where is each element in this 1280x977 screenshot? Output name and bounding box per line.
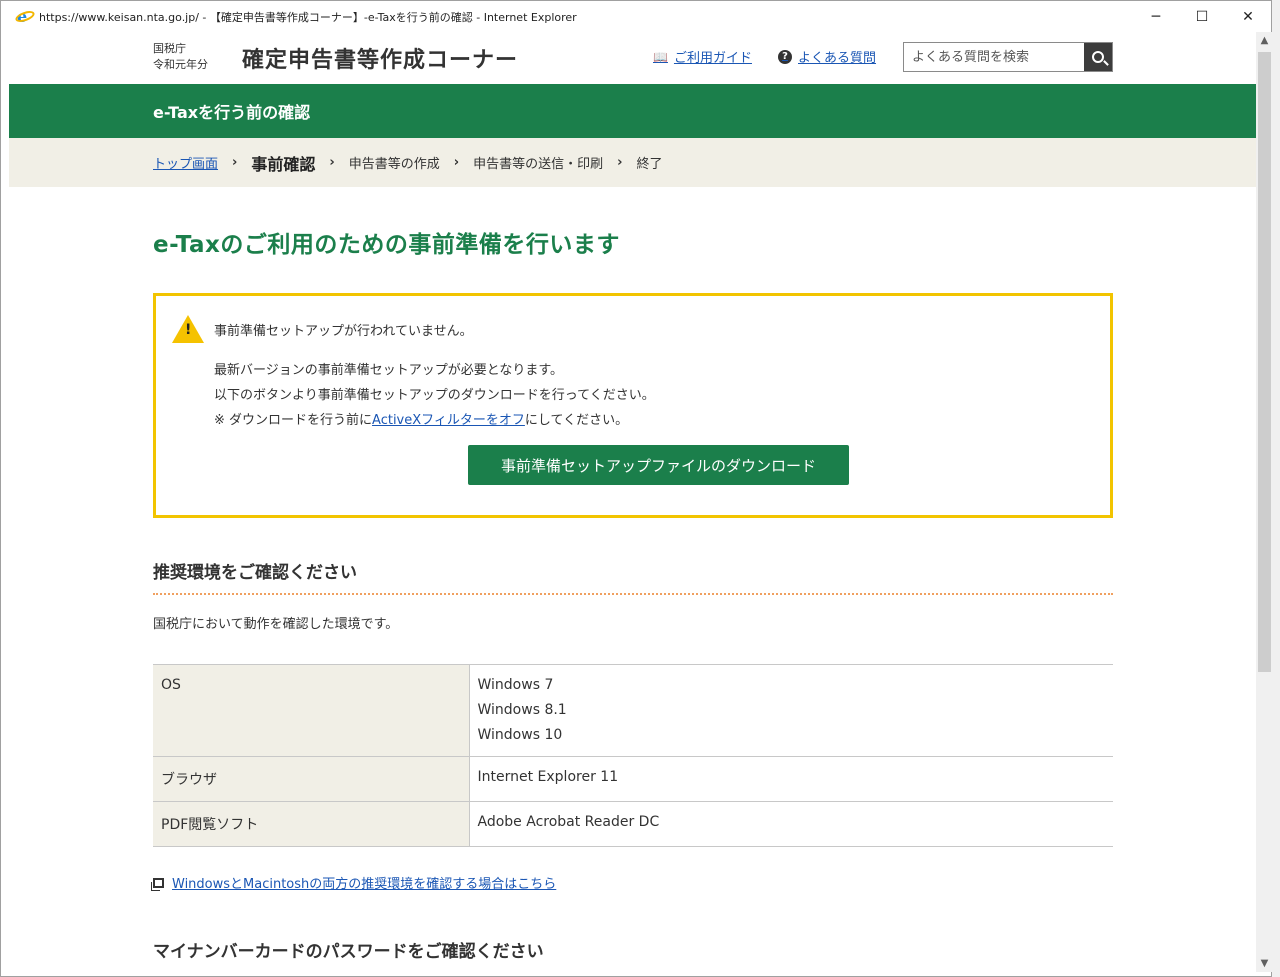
warning-line-3: ※ ダウンロードを行う前にActiveXフィルターをオフにしてください。 [214,408,655,433]
search-icon [1092,51,1104,63]
search-input[interactable] [904,43,1084,71]
warning-line-1: 最新バージョンの事前準備セットアップが必要となります。 [214,363,564,378]
warning-icon: ! [172,315,204,343]
table-row: PDF閲覧ソフト Adobe Acrobat Reader DC [153,801,1113,847]
site-header: 国税庁 令和元年分 確定申告書等作成コーナー 📖 ご利用ガイド ? よくある質問 [9,32,1256,84]
scroll-up-icon[interactable]: ▲ [1256,32,1273,49]
table-row: ブラウザ Internet Explorer 11 [153,756,1113,802]
breadcrumb-separator-icon: › [453,155,460,170]
page-title-bar: e-Taxを行う前の確認 [9,84,1256,138]
faq-link-label[interactable]: よくある質問 [798,47,876,66]
row-label-browser: ブラウザ [153,756,470,802]
row-value-pdf: Adobe Acrobat Reader DC [469,801,1113,847]
warning-headline: 事前準備セットアップが行われていません。 [214,324,473,339]
breadcrumb-step-end: 終了 [636,157,663,172]
breadcrumb-separator-icon: › [617,155,623,170]
browser-value: Internet Explorer 11 [477,769,619,785]
warning-line-2: 以下のボタンより事前準備セットアップのダウンロードを行ってください。 [214,388,655,403]
page-viewport: 国税庁 令和元年分 確定申告書等作成コーナー 📖 ご利用ガイド ? よくある質問… [9,32,1256,972]
site-title[interactable]: 確定申告書等作成コーナー [242,42,518,74]
env-both-os-link[interactable]: WindowsとMacintoshの両方の推奨環境を確認する場合はこちら [172,873,556,892]
guide-link[interactable]: 📖 ご利用ガイド [653,47,752,67]
window-controls: ─ ☐ ✕ [1133,1,1271,32]
search-button[interactable] [1084,43,1112,71]
breadcrumb: トップ画面 › 事前確認 › 申告書等の作成 › 申告書等の送信・印刷 › 終了 [9,138,1256,187]
os-value: Windows 10 [477,727,563,743]
os-value: Windows 7 [477,677,554,693]
pdf-value: Adobe Acrobat Reader DC [477,814,660,830]
close-button[interactable]: ✕ [1225,1,1271,32]
new-window-icon [151,877,164,891]
page-bar-title: e-Taxを行う前の確認 [153,103,311,122]
env-section-desc: 国税庁において動作を確認した環境です。 [153,617,399,632]
guide-link-label[interactable]: ご利用ガイド [674,47,752,66]
row-value-browser: Internet Explorer 11 [469,756,1113,802]
internet-explorer-icon: e [14,7,36,26]
breadcrumb-top[interactable]: トップ画面 [153,153,218,172]
main-heading: e-Taxのご利用のための事前準備を行います [153,232,620,258]
browser-window: e https://www.keisan.nta.go.jp/ - 【確定申告書… [0,0,1273,977]
row-label-pdf: PDF閲覧ソフト [153,801,470,847]
warning-line-3-suffix: にしてください。 [524,413,629,428]
env-both-os-link-row: WindowsとMacintoshの両方の推奨環境を確認する場合はこちら [151,873,1113,892]
agency-name: 国税庁 [153,42,186,55]
scrollbar-thumb[interactable] [1258,52,1271,672]
question-icon: ? [778,49,792,64]
vertical-scrollbar[interactable]: ▲ ▼ [1256,32,1273,972]
faq-search [903,42,1113,72]
window-title: https://www.keisan.nta.go.jp/ - 【確定申告書等作… [39,10,577,24]
maximize-button[interactable]: ☐ [1179,1,1225,32]
mynumber-section-title: マイナンバーカードのパスワードをご確認ください [153,937,1113,972]
env-section-title: 推奨環境をご確認ください [153,558,1113,595]
row-value-os: Windows 7 Windows 8.1 Windows 10 [469,664,1113,757]
activex-filter-link[interactable]: ActiveXフィルターをオフ [372,413,525,428]
warning-line-3-prefix: ※ ダウンロードを行う前に [214,413,373,428]
book-icon: 📖 [653,49,668,64]
tax-year: 令和元年分 [153,58,208,71]
breadcrumb-step-send: 申告書等の送信・印刷 [473,157,604,172]
breadcrumb-current: 事前確認 [251,154,316,174]
row-label-os: OS [153,664,470,757]
warning-details: 最新バージョンの事前準備セットアップが必要となります。 以下のボタンより事前準備… [214,358,655,433]
main-content: e-Taxのご利用のための事前準備を行います ! 事前準備セットアップが行われて… [9,225,1113,972]
download-setup-button[interactable]: 事前準備セットアップファイルのダウンロード [468,445,849,485]
breadcrumb-step-create: 申告書等の作成 [348,157,440,172]
faq-link[interactable]: ? よくある質問 [778,47,876,66]
setup-warning-box: ! 事前準備セットアップが行われていません。 最新バージョンの事前準備セットアッ… [153,293,1113,518]
minimize-button[interactable]: ─ [1133,1,1179,32]
environment-table: OS Windows 7 Windows 8.1 Windows 10 ブラウザ… [153,664,1113,847]
scroll-down-icon[interactable]: ▼ [1256,955,1273,972]
os-value: Windows 8.1 [477,702,567,718]
table-row: OS Windows 7 Windows 8.1 Windows 10 [153,664,1113,757]
agency-info: 国税庁 令和元年分 [153,41,208,73]
breadcrumb-separator-icon: › [232,155,238,170]
title-bar[interactable]: e https://www.keisan.nta.go.jp/ - 【確定申告書… [1,1,1271,32]
breadcrumb-separator-icon: › [329,155,335,170]
